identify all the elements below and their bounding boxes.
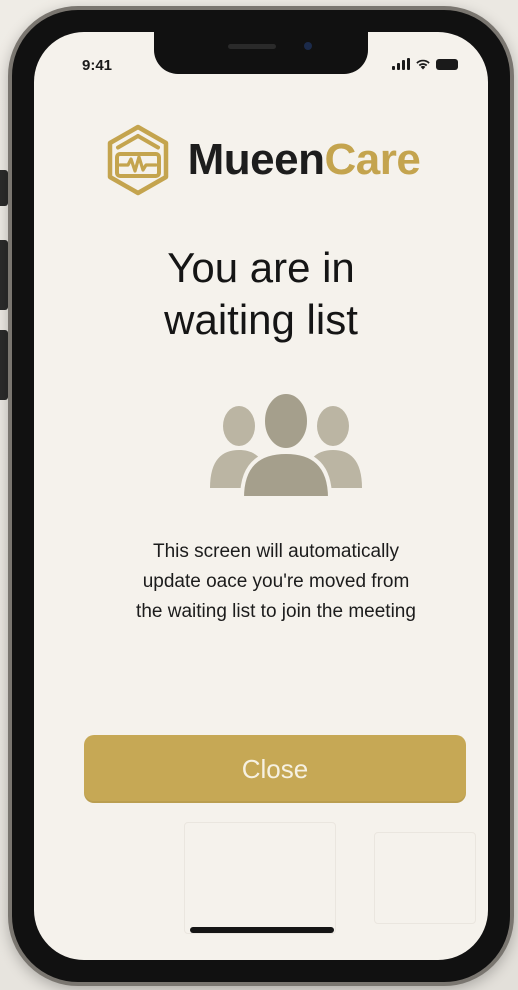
group-people-icon — [210, 390, 362, 498]
silent-switch — [0, 170, 8, 206]
stage: 9:41 MueenCare You are in waiting list T… — [0, 0, 518, 990]
message-line-1: This screen will automatically — [152, 541, 400, 562]
notch — [154, 32, 368, 74]
background-decoration — [184, 822, 336, 934]
brand-name-part2: Care — [324, 135, 421, 184]
title-line-1: You are in — [167, 244, 355, 291]
speaker-grille — [228, 44, 276, 49]
page-title: You are in waiting list — [34, 242, 488, 346]
waiting-message: This screen will automatically update oa… — [74, 537, 478, 627]
brand-logo: MueenCare — [34, 122, 488, 198]
brand-name-part1: Mueen — [187, 135, 325, 184]
status-time: 9:41 — [82, 57, 113, 74]
close-button[interactable]: Close — [84, 735, 466, 803]
message-line-2: update oace you're moved from — [142, 571, 410, 592]
phone-frame: 9:41 MueenCare You are in waiting list T… — [8, 6, 514, 986]
battery-icon — [436, 59, 458, 70]
wifi-icon — [416, 59, 430, 70]
message-line-3: the waiting list to join the meeting — [136, 601, 416, 622]
volume-up-button — [0, 240, 8, 310]
volume-down-button — [0, 330, 8, 400]
status-icons — [392, 58, 458, 70]
brand-name: MueenCare — [188, 135, 421, 185]
front-camera — [304, 42, 312, 50]
phone-screen: 9:41 MueenCare You are in waiting list T… — [34, 32, 488, 960]
signal-icon — [392, 58, 410, 70]
home-indicator[interactable] — [190, 927, 334, 933]
title-line-2: waiting list — [164, 296, 358, 343]
background-decoration — [374, 832, 476, 924]
hexagon-heartbeat-icon — [107, 124, 168, 196]
